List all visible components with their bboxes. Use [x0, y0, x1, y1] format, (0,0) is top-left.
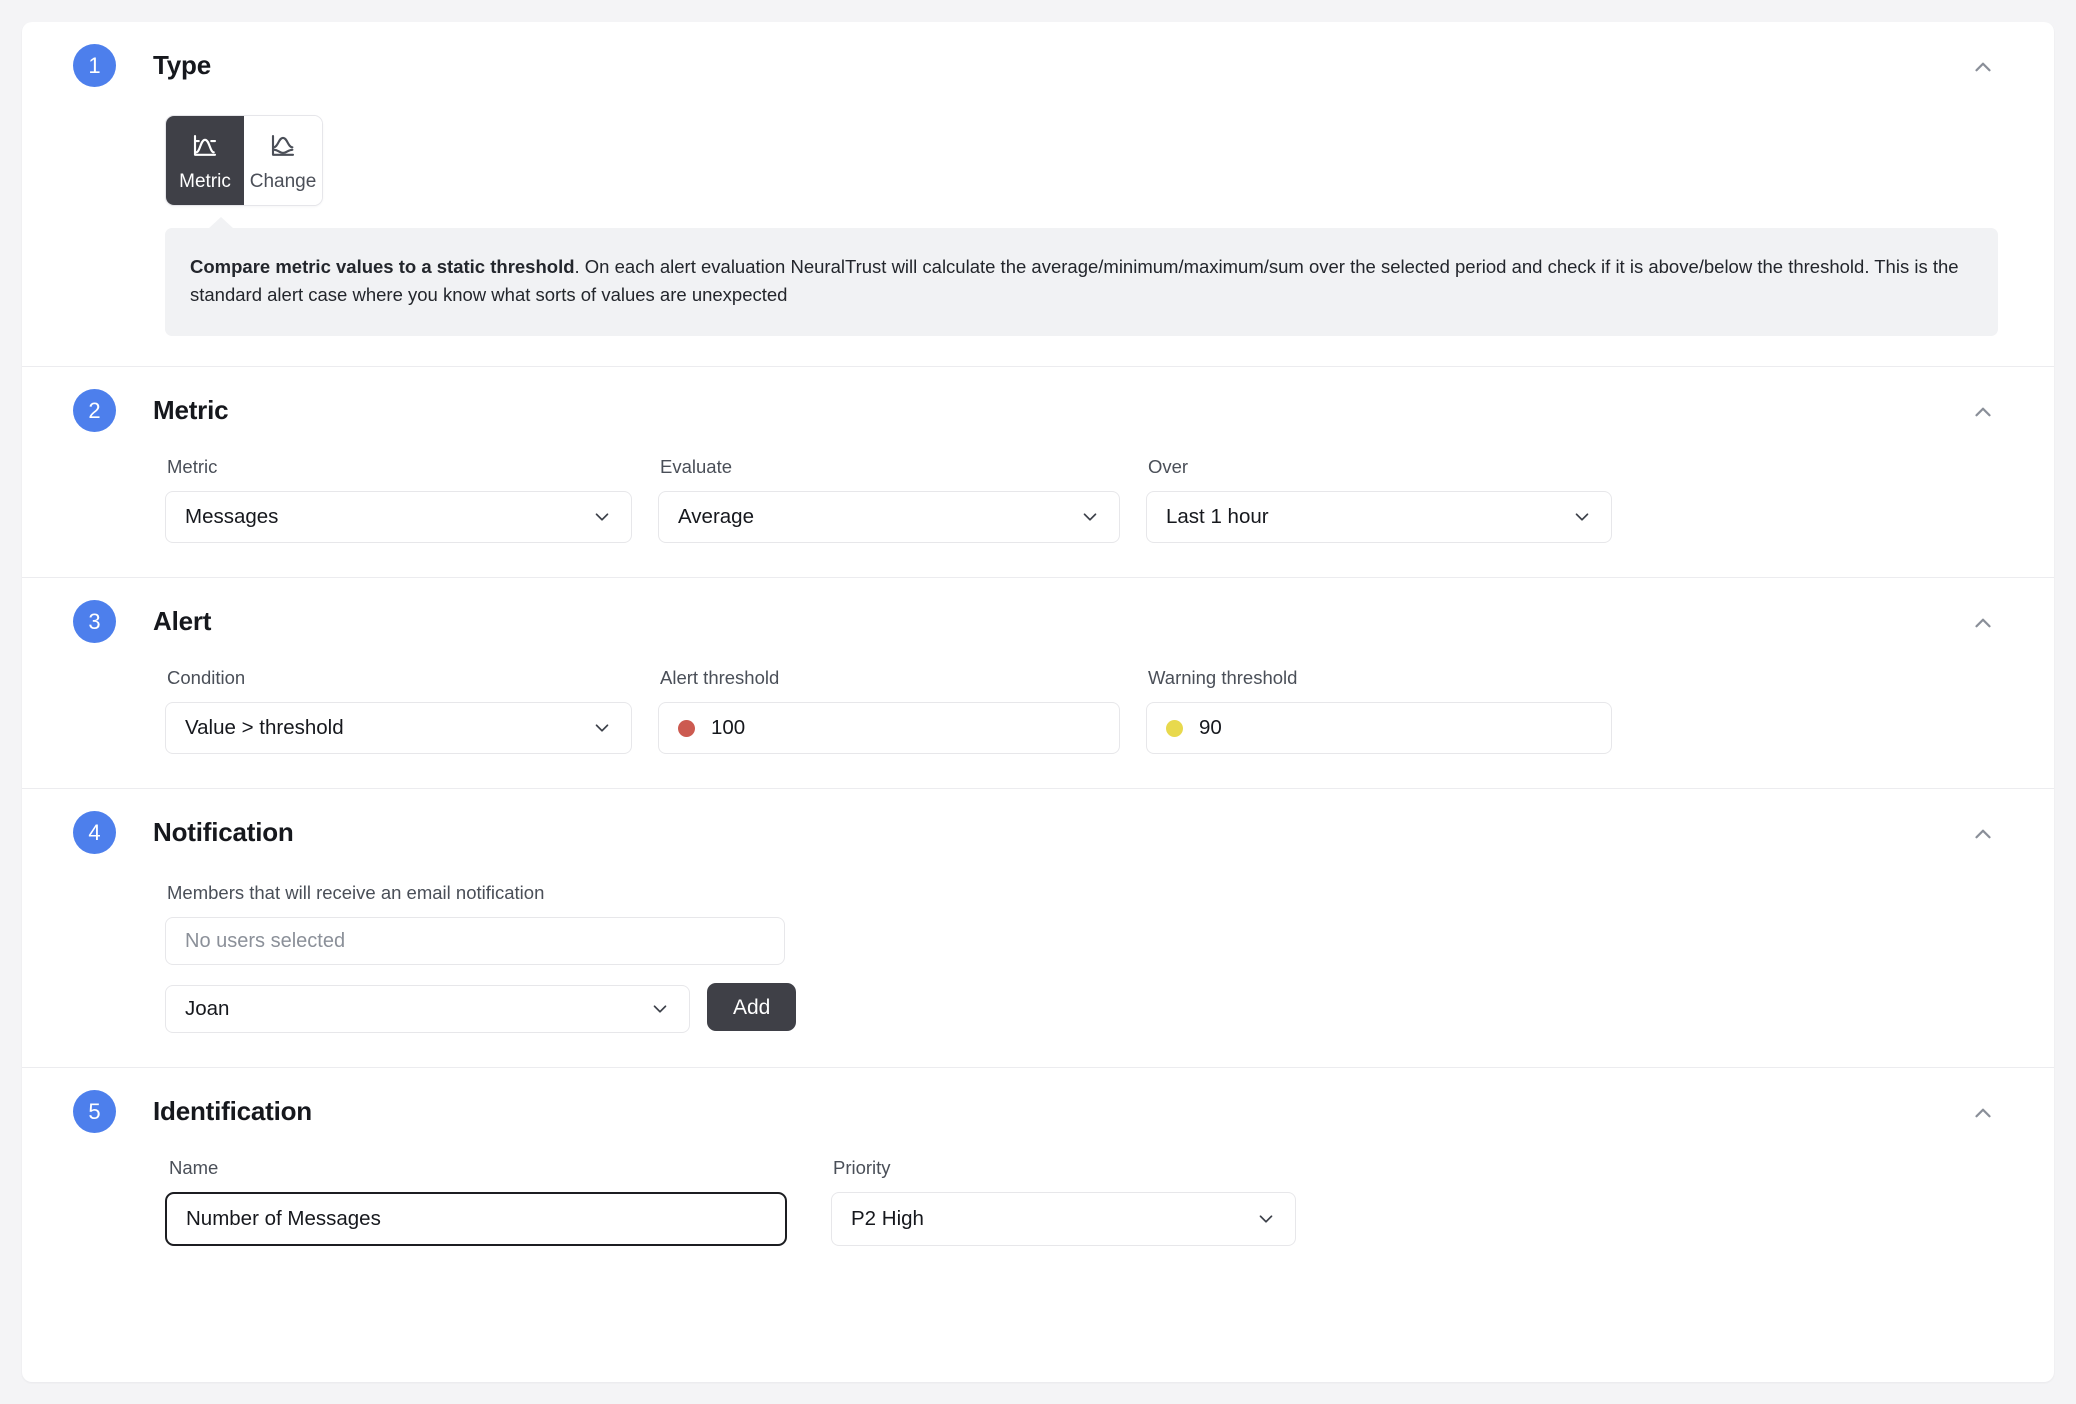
type-info-callout-wrap: Compare metric values to a static thresh…	[165, 217, 1998, 337]
step-badge-3: 3	[73, 600, 116, 644]
selected-users-box[interactable]: No users selected	[165, 917, 785, 966]
members-label: Members that will receive an email notif…	[167, 882, 545, 904]
section-type-header: 1 Type	[22, 22, 2054, 87]
field-alert-threshold-label: Alert threshold	[660, 667, 780, 689]
member-select[interactable]: Joan	[165, 985, 690, 1034]
warning-severity-dot	[1166, 719, 1183, 737]
identification-content: Name Priority P2 High	[165, 1133, 1998, 1290]
section-notification-header: 4 Notification	[22, 789, 2054, 855]
add-member-button[interactable]: Add	[707, 983, 797, 1032]
chevron-up-icon[interactable]	[1968, 397, 1998, 427]
alert-severity-dot	[678, 719, 695, 737]
section-identification-title: Identification	[153, 1096, 312, 1127]
notification-content: Members that will receive an email notif…	[165, 854, 1998, 1067]
type-option-change-label: Change	[249, 171, 317, 192]
metric-select[interactable]: Messages	[165, 491, 632, 544]
field-priority: Priority P2 High	[831, 1157, 1296, 1247]
step-badge-1: 1	[73, 44, 116, 87]
step-badge-4: 4	[73, 811, 116, 855]
field-warning-threshold: Warning threshold 90	[1146, 667, 1612, 755]
field-condition-label: Condition	[167, 667, 246, 689]
condition-select[interactable]: Value > threshold	[165, 702, 632, 755]
over-select[interactable]: Last 1 hour	[1146, 491, 1612, 544]
member-select-value: Joan	[185, 997, 230, 1021]
add-member-row: Joan Add	[165, 983, 1998, 1035]
section-metric-body: Metric Messages Evaluate Average Over La…	[22, 432, 2054, 577]
section-notification: 4 Notification Members that will receive…	[22, 789, 2054, 1069]
section-metric: 2 Metric Metric Messages Evaluate Averag…	[22, 367, 2054, 579]
chevron-down-icon	[1079, 506, 1101, 528]
priority-select-value: P2 High	[851, 1207, 924, 1231]
type-option-metric-label: Metric	[179, 171, 231, 192]
section-identification-header: 5 Identification	[22, 1068, 2054, 1134]
section-type-title: Type	[153, 50, 211, 80]
section-metric-title: Metric	[153, 395, 229, 426]
section-alert-header: 3 Alert	[22, 578, 2054, 644]
warning-threshold-value: 90	[1199, 716, 1222, 740]
callout-pointer	[208, 217, 234, 229]
type-option-change[interactable]: Change	[244, 116, 322, 205]
condition-select-value: Value > threshold	[185, 716, 344, 740]
field-alert-threshold: Alert threshold 100	[658, 667, 1120, 755]
field-over: Over Last 1 hour	[1146, 456, 1612, 544]
alert-form-card: 1 Type Metric Change Compare metric valu…	[22, 22, 2054, 1382]
field-metric: Metric Messages	[165, 456, 632, 544]
alert-threshold-input[interactable]: 100	[658, 702, 1120, 755]
chevron-up-icon[interactable]	[1968, 52, 1998, 82]
name-input[interactable]	[165, 1192, 787, 1247]
section-alert-body: Condition Value > threshold Alert thresh…	[22, 643, 2054, 788]
field-warning-threshold-label: Warning threshold	[1148, 667, 1298, 689]
field-priority-label: Priority	[833, 1157, 891, 1179]
chevron-down-icon	[591, 506, 613, 528]
section-identification-body: Name Priority P2 High	[22, 1133, 2054, 1290]
evaluate-select-value: Average	[678, 505, 754, 529]
section-type-body: Metric Change Compare metric values to a…	[22, 87, 2054, 337]
evaluate-select[interactable]: Average	[658, 491, 1120, 544]
alert-threshold-value: 100	[711, 716, 746, 740]
change-chart-icon	[268, 130, 298, 162]
alert-field-row: Condition Value > threshold Alert thresh…	[165, 643, 1998, 788]
field-over-label: Over	[1148, 456, 1189, 478]
chevron-down-icon	[591, 717, 613, 739]
selected-users-placeholder: No users selected	[185, 929, 346, 952]
step-badge-2: 2	[73, 389, 116, 433]
chevron-up-icon[interactable]	[1968, 1098, 1998, 1128]
chevron-down-icon	[649, 998, 671, 1020]
page-background: 1 Type Metric Change Compare metric valu…	[0, 0, 2076, 1404]
type-segmented-control: Metric Change	[165, 115, 323, 206]
section-metric-header: 2 Metric	[22, 367, 2054, 433]
field-evaluate-label: Evaluate	[660, 456, 732, 478]
section-identification: 5 Identification Name Priority P2 High	[22, 1068, 2054, 1290]
field-condition: Condition Value > threshold	[165, 667, 632, 755]
type-toggle-row: Metric Change	[165, 87, 1998, 206]
metric-field-row: Metric Messages Evaluate Average Over La…	[165, 432, 1998, 577]
field-name-label: Name	[169, 1157, 219, 1179]
metric-chart-icon	[190, 130, 220, 162]
chevron-down-icon	[1255, 1208, 1277, 1230]
callout-bold-text: Compare metric values to a static thresh…	[190, 256, 575, 277]
section-alert: 3 Alert Condition Value > threshold Aler…	[22, 578, 2054, 790]
type-info-callout: Compare metric values to a static thresh…	[165, 228, 1998, 337]
chevron-down-icon	[1571, 506, 1593, 528]
metric-select-value: Messages	[185, 505, 279, 529]
section-alert-title: Alert	[153, 606, 212, 637]
field-metric-label: Metric	[167, 456, 218, 478]
step-badge-5: 5	[73, 1090, 116, 1134]
section-type: 1 Type Metric Change Compare metric valu…	[22, 22, 2054, 368]
over-select-value: Last 1 hour	[1166, 505, 1269, 529]
warning-threshold-input[interactable]: 90	[1146, 702, 1612, 755]
type-option-metric[interactable]: Metric	[166, 116, 244, 205]
chevron-up-icon[interactable]	[1968, 819, 1998, 849]
priority-select[interactable]: P2 High	[831, 1192, 1296, 1247]
field-name: Name	[165, 1157, 787, 1247]
section-notification-body: Members that will receive an email notif…	[22, 854, 2054, 1067]
section-notification-title: Notification	[153, 817, 294, 848]
chevron-up-icon[interactable]	[1968, 608, 1998, 638]
field-evaluate: Evaluate Average	[658, 456, 1120, 544]
